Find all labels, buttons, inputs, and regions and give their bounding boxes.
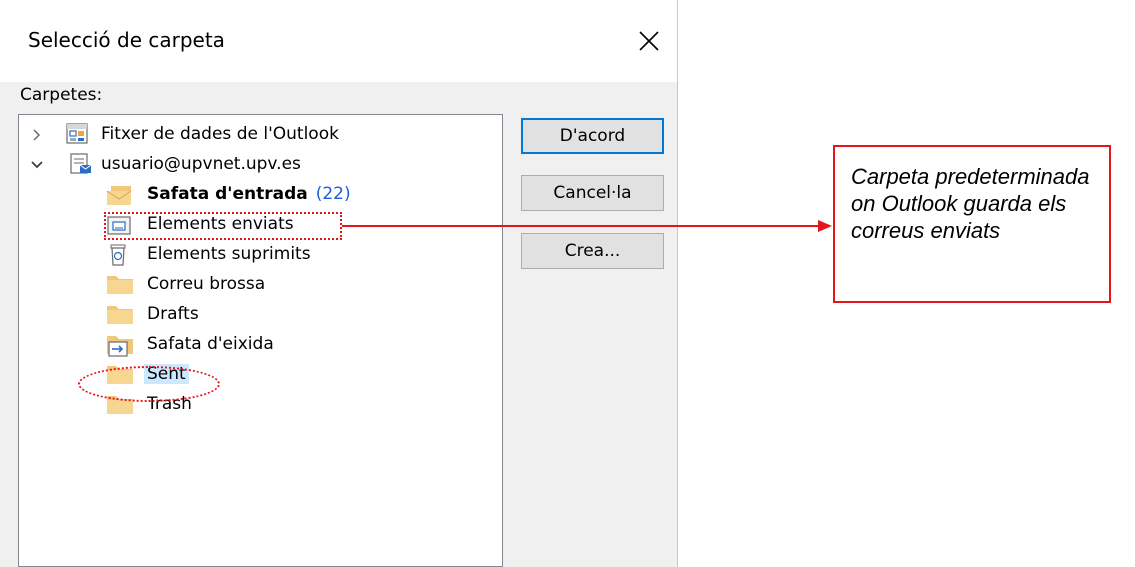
tree-item-label: Correu brossa [147,274,266,294]
data-file-icon [66,123,88,144]
ok-button[interactable]: D'acord [521,118,664,154]
chevron-down-icon[interactable] [29,157,45,173]
tree-item-outbox[interactable]: Safata d'eixida [19,329,499,359]
tree-item-label: Safata d'entrada [147,184,308,204]
folder-icon [107,306,133,324]
account-icon [70,153,92,174]
highlight-sent-folder [78,366,220,402]
tree-item-label: Drafts [147,304,199,324]
chevron-right-icon[interactable] [29,127,45,143]
tree-item-junk[interactable]: Correu brossa [19,269,499,299]
title-bar: Selecció de carpeta [0,0,677,82]
close-button[interactable] [628,22,668,62]
dialog-title: Selecció de carpeta [28,28,225,52]
callout-text: Carpeta predeterminada on Outlook guarda… [851,164,1090,243]
tree-item-inbox[interactable]: Safata d'entrada (22) [19,179,499,209]
unread-count-badge: (22) [315,184,351,204]
create-button[interactable]: Crea... [521,233,664,269]
folder-icon [107,276,133,294]
tree-item-label: Safata d'eixida [147,334,274,354]
folders-label: Carpetes: [20,85,103,105]
outbox-icon [107,336,133,357]
trash-bin-icon [110,244,126,266]
cancel-button[interactable]: Cancel·la [521,175,664,211]
tree-item-outlook-data-file[interactable]: Fitxer de dades de l'Outlook [19,119,499,149]
close-icon [639,31,659,51]
tree-item-label: Elements suprimits [147,244,311,264]
annotation-arrow [342,220,832,232]
tree-item-drafts[interactable]: Drafts [19,299,499,329]
tree-item-account[interactable]: usuario@upvnet.upv.es [19,149,499,179]
tree-item-deleted-items[interactable]: Elements suprimits [19,239,499,269]
tree-item-label: Fitxer de dades de l'Outlook [101,124,339,144]
annotation-callout: Carpeta predeterminada on Outlook guarda… [833,145,1111,303]
highlight-sent-items [104,212,342,240]
tree-item-label: usuario@upvnet.upv.es [101,154,301,174]
folder-selection-dialog: Selecció de carpeta Carpetes: Fitxer de … [0,0,678,567]
folder-tree[interactable]: Fitxer de dades de l'Outlook usuario@upv… [18,114,503,567]
inbox-icon [106,186,132,205]
